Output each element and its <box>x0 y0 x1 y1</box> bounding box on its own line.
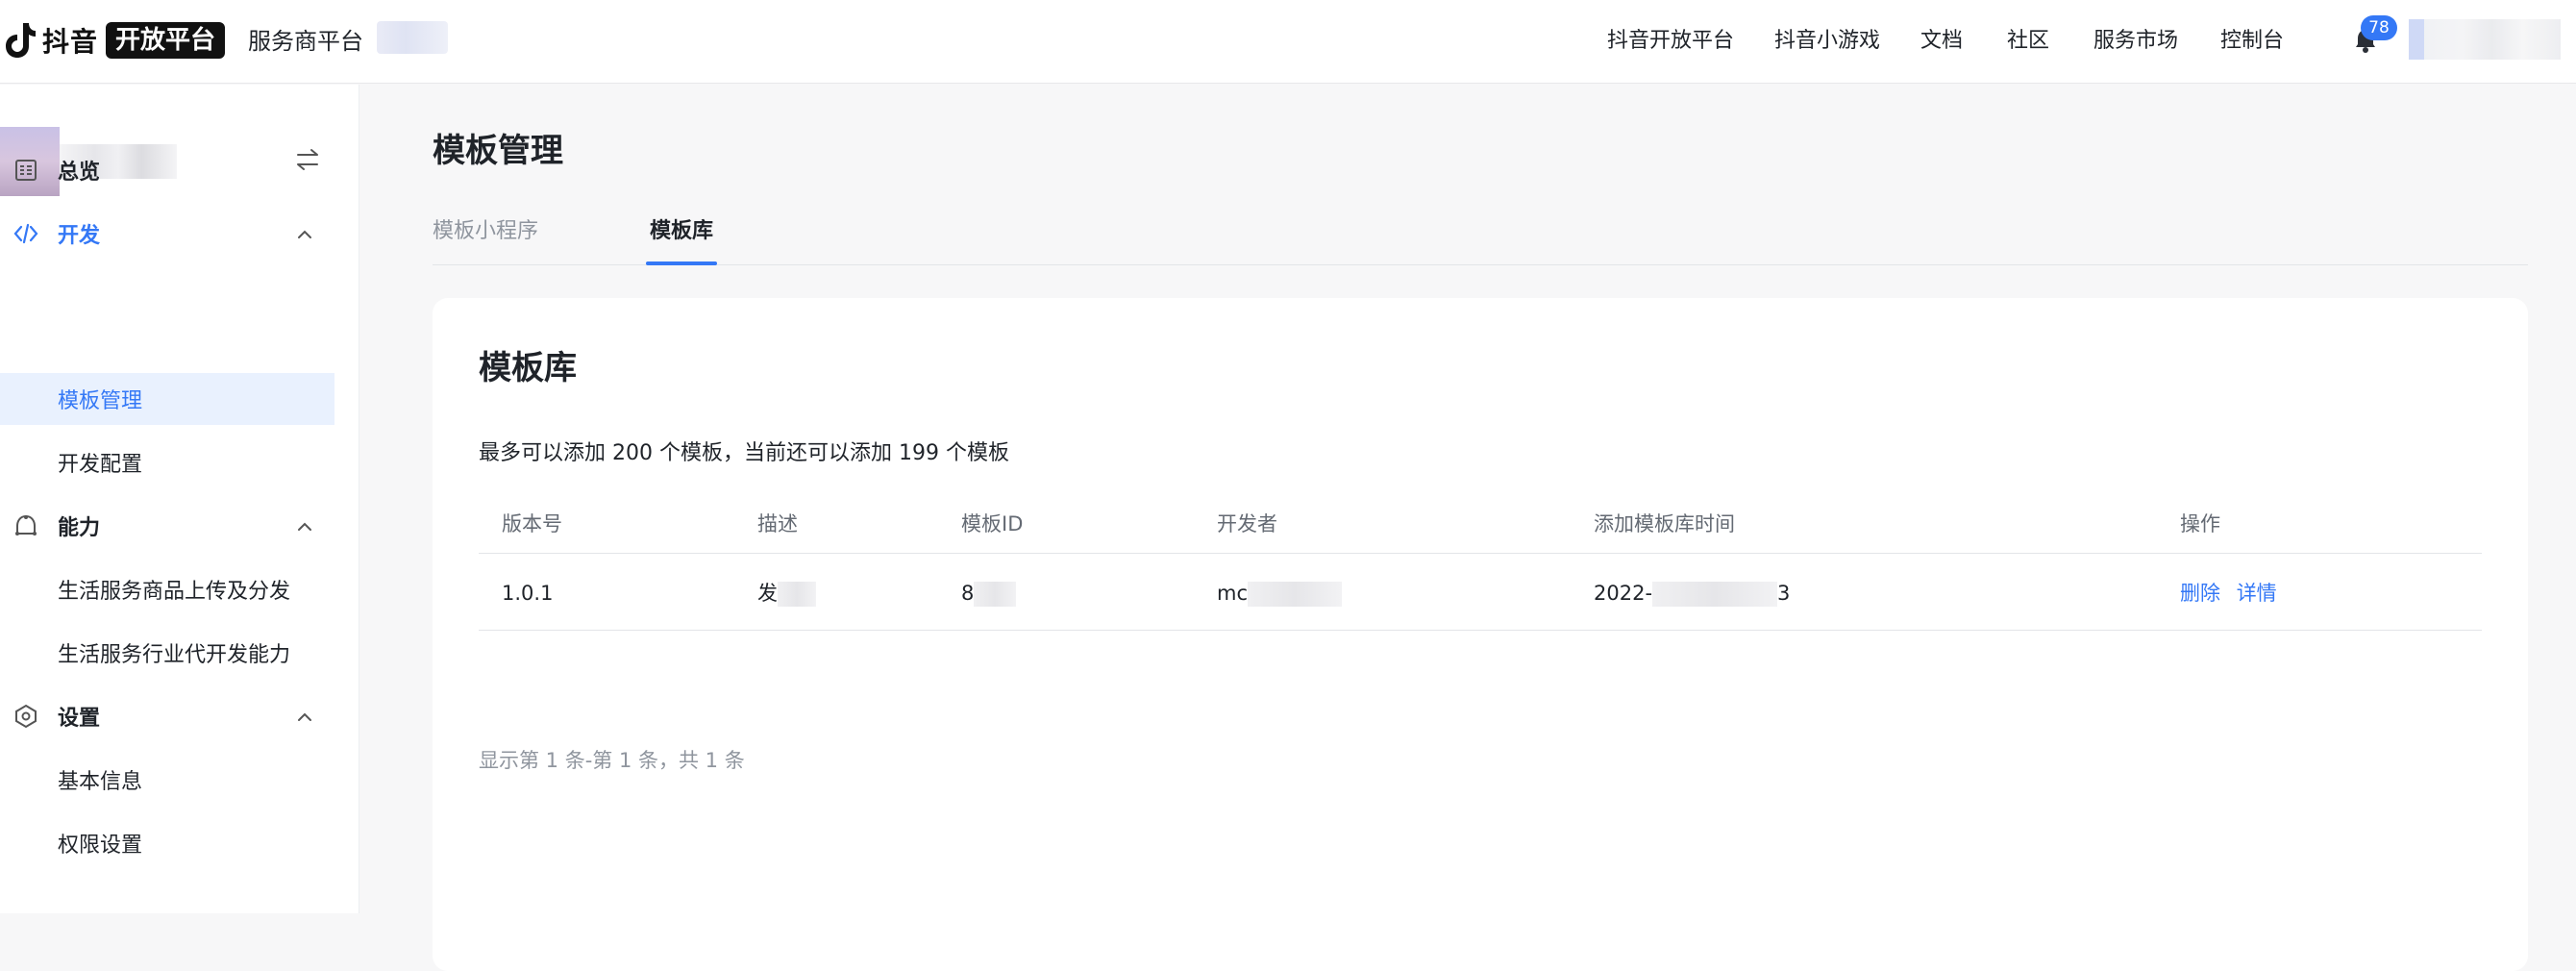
tab-bar: 模板小程序 模板库 <box>433 212 2528 265</box>
sidebar-item-label: 基本信息 <box>58 770 143 794</box>
template-quota-text: 最多可以添加 200 个模板，当前还可以添加 199 个模板 <box>479 441 1009 465</box>
account-tag-redacted <box>377 21 448 54</box>
nav-docs[interactable]: 文档 <box>1920 25 1963 58</box>
sidebar-item-label: 模板管理 <box>58 389 143 413</box>
main-content: 模板管理 模板小程序 模板库 模板库 最多可以添加 200 个模板，当前还可以添… <box>359 85 2576 971</box>
table-header: 版本号 描述 模板ID 开发者 添加模板库时间 操作 <box>479 494 2482 554</box>
tab-template-library[interactable]: 模板库 <box>650 212 713 265</box>
column-header-added-time: 添加模板库时间 <box>1594 512 1735 535</box>
sidebar-group-label: 开发 <box>58 224 101 248</box>
sidebar-item-label: 生活服务行业代开发能力 <box>58 643 291 667</box>
cell-added-time-visible: 2022- <box>1594 582 1653 605</box>
cell-template-id: 8 <box>961 579 1017 608</box>
cell-developer-visible: mc <box>1217 582 1249 605</box>
tab-template-miniprogram[interactable]: 模板小程序 <box>433 212 538 265</box>
card-title: 模板库 <box>479 349 577 387</box>
sidebar-group-label: 能力 <box>58 516 101 540</box>
sidebar-item-basic-info[interactable]: 基本信息 <box>0 754 334 806</box>
overview-icon <box>15 160 37 181</box>
brand-badge: 开放平台 <box>106 22 226 59</box>
sidebar-item-permissions[interactable]: 权限设置 <box>0 817 334 869</box>
cell-description: 发 <box>757 579 816 608</box>
redacted-block <box>974 582 1017 607</box>
sidebar-item-dev-config[interactable]: 开发配置 <box>0 436 334 488</box>
brand-text: 抖音 <box>42 26 99 58</box>
redacted-block <box>778 582 816 607</box>
code-icon <box>13 223 38 244</box>
cell-added-time: 2022- 3 <box>1594 579 1790 608</box>
template-table: 版本号 描述 模板ID 开发者 添加模板库时间 操作 1.0.1 发 8 mc <box>479 494 2482 631</box>
column-header-actions: 操作 <box>2180 512 2220 535</box>
table-row: 1.0.1 发 8 mc 2022- 3 删除 详情 <box>479 554 2482 631</box>
cell-developer: mc <box>1217 579 1343 608</box>
tab-label: 模板小程序 <box>433 219 539 243</box>
pagination-summary: 显示第 1 条-第 1 条，共 1 条 <box>479 749 745 772</box>
notification-badge: 78 <box>2361 15 2397 40</box>
ability-icon <box>15 514 37 535</box>
douyin-logo-icon <box>6 23 36 58</box>
sidebar-item-life-service-upload[interactable]: 生活服务商品上传及分发 <box>0 563 334 615</box>
cell-added-time-suffix: 3 <box>1777 582 1791 605</box>
tab-label: 模板库 <box>650 219 714 243</box>
page-title: 模板管理 <box>433 132 563 170</box>
template-library-card: 模板库 最多可以添加 200 个模板，当前还可以添加 199 个模板 版本号 描… <box>433 298 2528 971</box>
sidebar-group-ability[interactable]: 能力 <box>0 500 359 552</box>
sidebar-item-life-service-dev[interactable]: 生活服务行业代开发能力 <box>0 627 334 679</box>
cell-version: 1.0.1 <box>502 582 554 605</box>
sidebar-item-label: 总览 <box>58 161 101 185</box>
column-header-developer: 开发者 <box>1217 512 1277 535</box>
top-bar: 抖音 开放平台 服务商平台 抖音开放平台 抖音小游戏 文档 社区 服务市场 控制… <box>0 0 2576 84</box>
nav-console[interactable]: 控制台 <box>2220 25 2284 58</box>
delete-link[interactable]: 删除 <box>2180 582 2220 605</box>
settings-icon <box>15 704 37 729</box>
sidebar: 总览 开发 模板管理 开发配置 能力 生活服务商品上传及分发 生活服务行业代开发… <box>0 85 359 913</box>
sidebar-item-overview[interactable]: 总览 <box>0 144 359 196</box>
sidebar-item-label: 开发配置 <box>58 453 143 477</box>
nav-douyin-open-platform[interactable]: 抖音开放平台 <box>1607 25 1734 58</box>
douyin-logo[interactable]: 抖音 开放平台 <box>4 21 226 60</box>
sidebar-group-settings[interactable]: 设置 <box>0 690 359 742</box>
cell-description-visible: 发 <box>757 582 778 605</box>
sidebar-group-dev[interactable]: 开发 <box>0 208 359 260</box>
sidebar-item-label: 权限设置 <box>58 834 143 858</box>
nav-mini-games[interactable]: 抖音小游戏 <box>1774 25 1880 58</box>
chevron-up-icon <box>298 712 311 721</box>
sidebar-group-label: 设置 <box>58 707 101 731</box>
chevron-up-icon <box>298 230 311 238</box>
chevron-up-icon <box>298 522 311 531</box>
redacted-block <box>1652 582 1778 607</box>
cell-template-id-visible: 8 <box>961 582 975 605</box>
column-header-template-id: 模板ID <box>961 512 1024 535</box>
details-link[interactable]: 详情 <box>2237 582 2277 605</box>
redacted-block <box>1248 582 1343 607</box>
sidebar-item-template-management[interactable]: 模板管理 <box>0 373 334 425</box>
column-header-description: 描述 <box>757 512 798 535</box>
sidebar-item-label: 生活服务商品上传及分发 <box>58 580 291 604</box>
active-tab-indicator <box>646 261 717 265</box>
user-profile-redacted[interactable] <box>2409 19 2561 60</box>
nav-service-market[interactable]: 服务市场 <box>2093 25 2178 58</box>
cell-actions: 删除 详情 <box>2180 579 2277 608</box>
column-header-version: 版本号 <box>502 512 562 535</box>
nav-community[interactable]: 社区 <box>2007 25 2049 58</box>
platform-subtitle: 服务商平台 <box>248 28 363 55</box>
